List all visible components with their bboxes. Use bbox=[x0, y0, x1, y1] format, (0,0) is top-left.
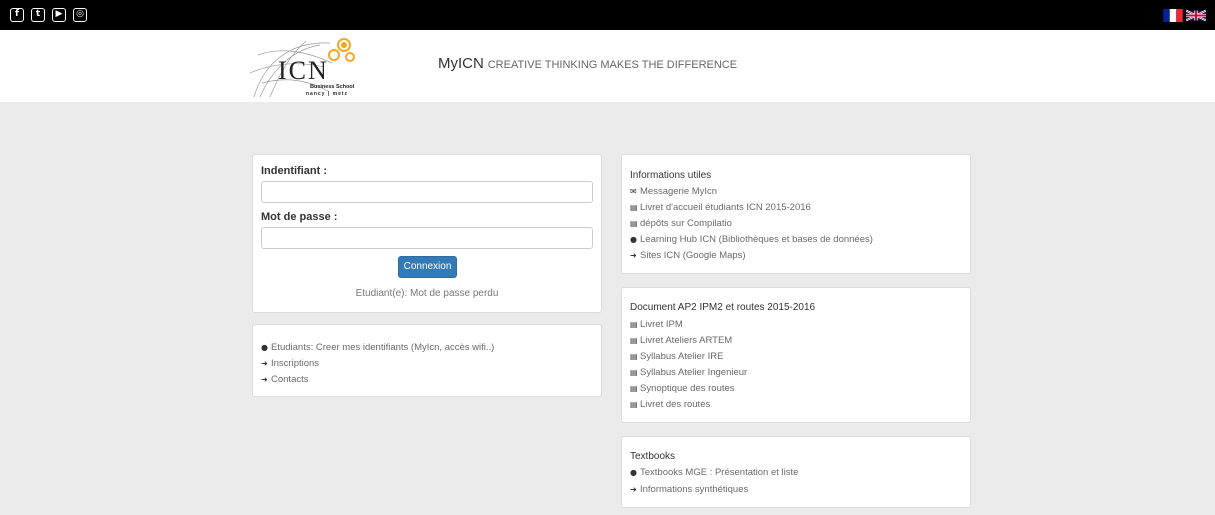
lost-password-link[interactable]: Etudiant(e): Mot de passe perdu bbox=[253, 288, 601, 299]
list-item[interactable]: ▤ dépôts sur Compilatio bbox=[630, 218, 732, 229]
file-pdf-icon: ▤ bbox=[630, 400, 638, 409]
twitter-icon[interactable]: t bbox=[31, 8, 45, 22]
flag-fr-icon[interactable] bbox=[1163, 9, 1183, 22]
list-item[interactable]: ➜ Informations synthétiques bbox=[630, 484, 748, 495]
logo-text: ICN bbox=[278, 56, 329, 85]
logo-cities: nancy | metz bbox=[306, 91, 348, 97]
icn-logo[interactable]: ICN Business School nancy | metz bbox=[250, 33, 370, 99]
list-item[interactable]: ▤ Livret Ateliers ARTEM bbox=[630, 335, 732, 346]
login-button[interactable]: Connexion bbox=[398, 256, 457, 278]
panel-title: Document AP2 IPM2 et routes 2015-2016 bbox=[630, 302, 816, 313]
documents-panel: Document AP2 IPM2 et routes 2015-2016 ▤ L… bbox=[621, 287, 971, 423]
instagram-icon[interactable]: ◎ bbox=[73, 8, 87, 22]
file-pdf-icon: ▤ bbox=[630, 384, 638, 393]
arrow-circle-icon: ➜ bbox=[630, 485, 637, 494]
list-item[interactable]: ▤ Synoptique des routes bbox=[630, 383, 735, 394]
page-title: MyICN CREATIVE THINKING MAKES THE DIFFER… bbox=[438, 55, 737, 72]
file-pdf-icon: ▤ bbox=[630, 219, 638, 228]
header: ICN Business School nancy | metz MyICN C… bbox=[0, 30, 1215, 102]
list-item[interactable]: ● Etudiants: Creer mes identifiants (MyIc… bbox=[261, 342, 494, 353]
student-links-panel: ● Etudiants: Creer mes identifiants (MyIc… bbox=[252, 324, 602, 397]
list-item[interactable]: ▤ Syllabus Atelier Ingenieur bbox=[630, 367, 747, 378]
password-label: Mot de passe : bbox=[261, 211, 338, 223]
logo-subtitle: Business School bbox=[310, 84, 355, 90]
password-input[interactable] bbox=[261, 227, 593, 249]
file-pdf-icon: ▤ bbox=[630, 320, 638, 329]
main-content: Indentifiant : Mot de passe : Connexion … bbox=[0, 102, 1215, 515]
arrow-circle-icon: ➜ bbox=[261, 375, 268, 384]
list-item[interactable]: ✉ Messagerie MyIcn bbox=[630, 186, 717, 197]
list-item[interactable]: ● Textbooks MGE : Présentation et liste bbox=[630, 467, 798, 478]
list-item[interactable]: ▤ Syllabus Atelier IRE bbox=[630, 351, 723, 362]
brand-motto: CREATIVE THINKING MAKES THE DIFFERENCE bbox=[487, 59, 738, 71]
envelope-icon: ✉ bbox=[630, 187, 637, 196]
panel-title: Textbooks bbox=[630, 451, 676, 462]
list-item[interactable]: ▤ Livret des routes bbox=[630, 399, 710, 410]
facebook-icon[interactable]: f bbox=[10, 8, 24, 22]
top-bar: f t ▶ ◎ bbox=[0, 0, 1215, 30]
flag-uk-icon[interactable] bbox=[1186, 9, 1206, 22]
list-item[interactable]: ➜ Sites ICN (Google Maps) bbox=[630, 250, 746, 261]
arrow-circle-icon: ➜ bbox=[261, 359, 268, 368]
username-label: Indentifiant : bbox=[261, 165, 327, 177]
arrow-circle-icon: ➜ bbox=[630, 251, 637, 260]
file-pdf-icon: ▤ bbox=[630, 368, 638, 377]
globe-icon: ● bbox=[630, 235, 637, 244]
textbooks-panel: Textbooks ● Textbooks MGE : Présentation … bbox=[621, 436, 971, 508]
list-item[interactable]: ▤ Livret d'accueil étudiants ICN 2015-201… bbox=[630, 202, 811, 213]
youtube-icon[interactable]: ▶ bbox=[52, 8, 66, 22]
globe-icon: ● bbox=[630, 468, 637, 477]
login-panel: Indentifiant : Mot de passe : Connexion … bbox=[252, 154, 602, 313]
brand-name: MyICN bbox=[438, 55, 484, 72]
username-input[interactable] bbox=[261, 181, 593, 203]
globe-icon: ● bbox=[261, 343, 268, 352]
file-pdf-icon: ▤ bbox=[630, 352, 638, 361]
file-pdf-icon: ▤ bbox=[630, 203, 638, 212]
list-item[interactable]: ➜ Contacts bbox=[261, 374, 309, 385]
list-item[interactable]: ➜ Inscriptions bbox=[261, 358, 319, 369]
list-item[interactable]: ● Learning Hub ICN (Bibliothèques et base… bbox=[630, 234, 873, 245]
file-pdf-icon: ▤ bbox=[630, 336, 638, 345]
list-item[interactable]: ▤ Livret IPM bbox=[630, 319, 683, 330]
panel-title: Informations utiles bbox=[630, 170, 712, 181]
useful-info-panel: Informations utiles ✉ Messagerie MyIcn ▤ L… bbox=[621, 154, 971, 274]
